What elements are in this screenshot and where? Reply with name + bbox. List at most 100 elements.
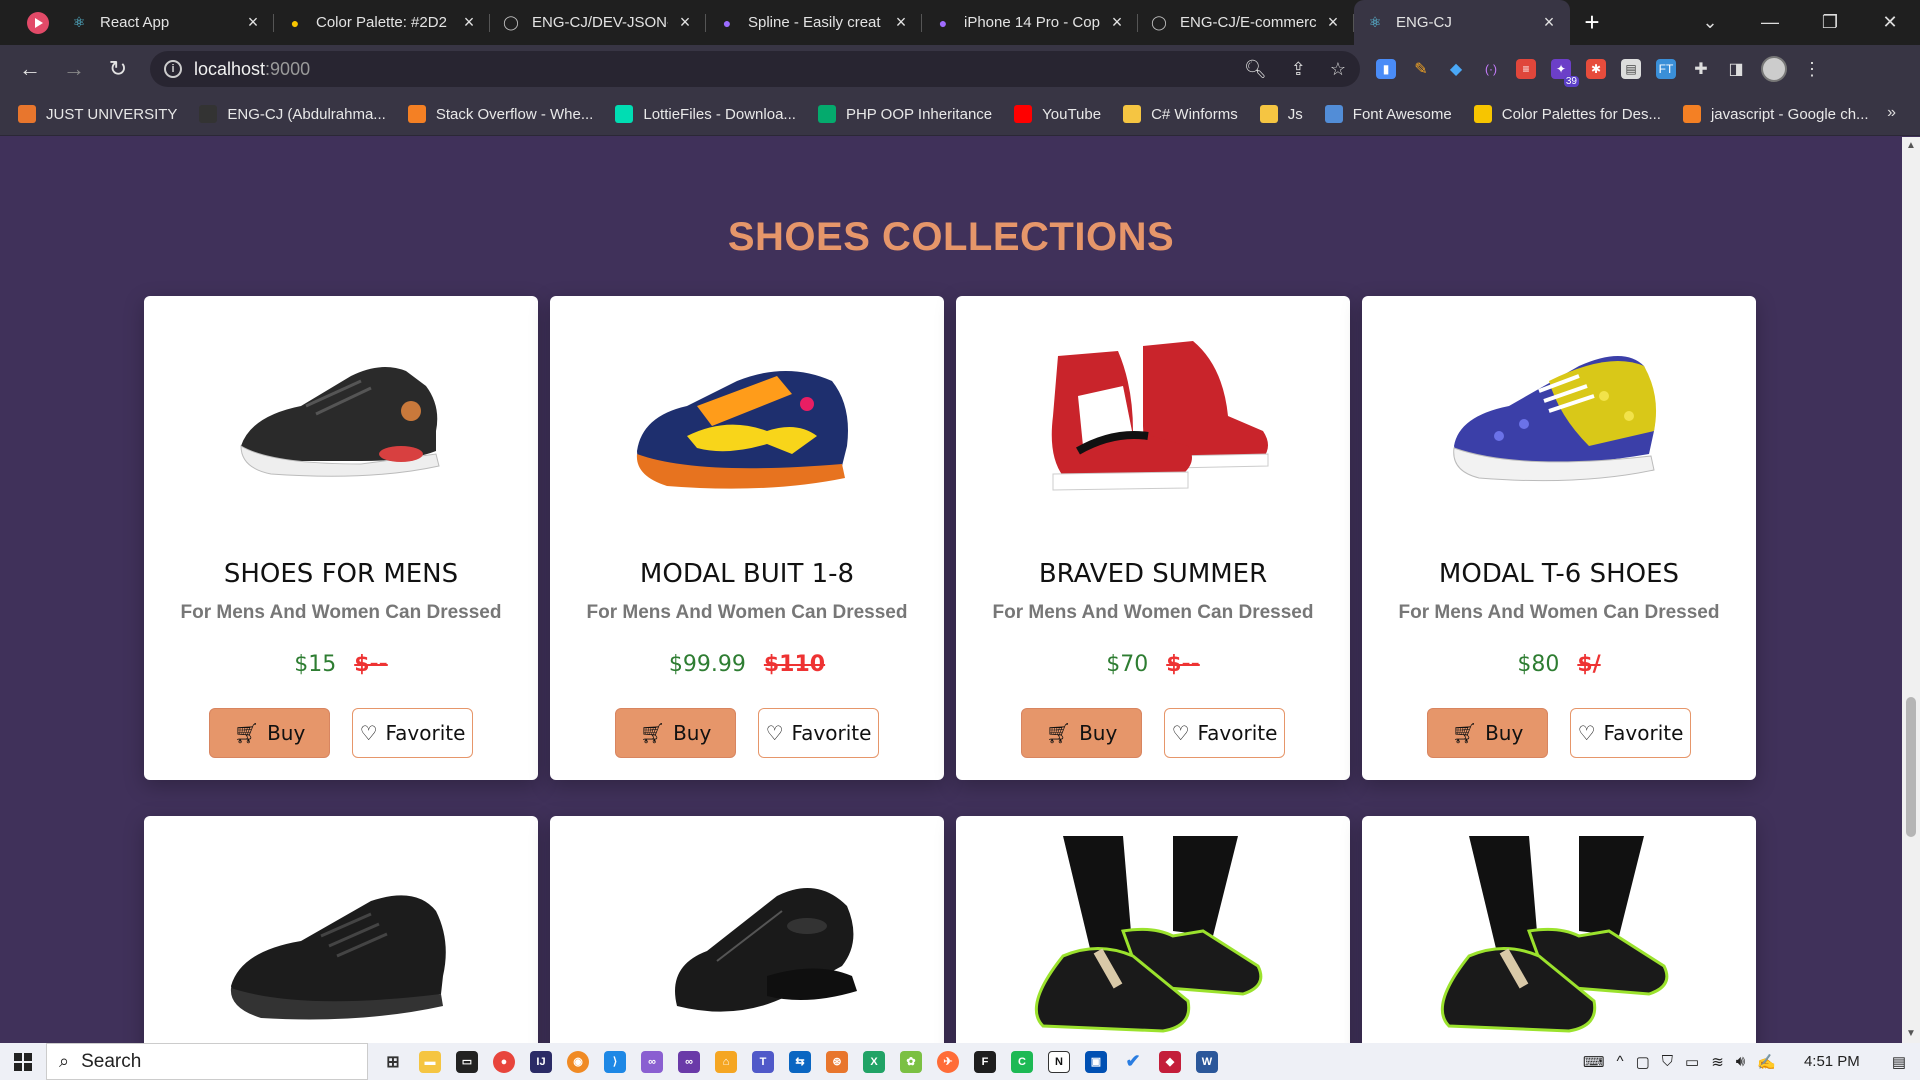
bookmark-item[interactable]: ENG-CJ (Abdulrahma...	[199, 105, 386, 123]
tab-close-icon[interactable]: ×	[244, 12, 262, 33]
visual-studio-icon[interactable]: ∞	[641, 1050, 663, 1073]
buy-button[interactable]: 🛒︎ Buy	[1021, 708, 1142, 758]
browser-tab[interactable]: ● Color Palette: #2D2 ×	[274, 0, 490, 45]
browser-tab[interactable]: ⚛ React App ×	[58, 0, 274, 45]
side-panel-icon[interactable]: ◨	[1726, 59, 1746, 79]
tray-chevron-icon[interactable]: ^	[1617, 1053, 1624, 1070]
xampp-icon[interactable]: ⌂	[715, 1050, 737, 1073]
extension-ft-icon[interactable]: FT	[1656, 59, 1676, 79]
todo-icon[interactable]: ✔	[1122, 1051, 1144, 1073]
teams-icon[interactable]: T	[752, 1050, 774, 1073]
meet-icon[interactable]: ▢	[1636, 1053, 1650, 1071]
new-tab-button[interactable]: +	[1570, 0, 1614, 45]
bookmark-item[interactable]: Stack Overflow - Whe...	[407, 105, 593, 123]
figma-icon[interactable]: F	[974, 1050, 996, 1073]
jetbrains-icon[interactable]: IJ	[530, 1050, 552, 1073]
firefox-icon[interactable]: ◉	[567, 1050, 589, 1073]
buy-button[interactable]: 🛒︎ Buy	[1427, 708, 1548, 758]
favorite-button[interactable]: ♡ Favorite	[758, 708, 879, 758]
tab-close-icon[interactable]: ×	[1540, 12, 1558, 33]
extension-bug-icon[interactable]: ✱	[1586, 59, 1606, 79]
favorite-button[interactable]: ♡ Favorite	[352, 708, 473, 758]
postman-icon[interactable]: ⊛	[826, 1050, 848, 1073]
postman-2-icon[interactable]: ✈	[937, 1050, 959, 1073]
bookmark-star-icon[interactable]: ☆	[1330, 59, 1346, 80]
buy-button[interactable]: 🛒︎ Buy	[615, 708, 736, 758]
extension-page-icon[interactable]: ▤	[1621, 59, 1641, 79]
green-app-icon[interactable]: C	[1011, 1050, 1033, 1073]
vscode-icon[interactable]: ⟩	[604, 1050, 626, 1073]
page-scrollbar[interactable]: ▲ ▼	[1902, 137, 1920, 1043]
app-launcher-icon[interactable]	[18, 0, 58, 45]
bookmark-item[interactable]: C# Winforms	[1123, 105, 1238, 123]
tab-search-icon[interactable]: ⌄	[1680, 0, 1740, 45]
app-store-icon[interactable]: ▣	[1085, 1050, 1107, 1073]
browser-tab[interactable]: ◯ ENG-CJ/DEV-JSON- ×	[490, 0, 706, 45]
extension-badge-icon[interactable]: ✦ 39	[1551, 59, 1579, 87]
visual-studio-2-icon[interactable]: ∞	[678, 1050, 700, 1073]
remote-icon[interactable]: ⇆	[789, 1050, 811, 1073]
scroll-up-arrow-icon[interactable]: ▲	[1902, 137, 1920, 155]
taskbar-search[interactable]: ⌕ Search	[46, 1043, 368, 1080]
ruby-icon[interactable]: ◆	[1159, 1050, 1181, 1073]
volume-icon[interactable]: 🔊︎	[1736, 1053, 1745, 1070]
extension-docs-icon[interactable]: ▮	[1376, 59, 1396, 79]
file-explorer-icon[interactable]: ▬	[419, 1050, 441, 1073]
bookmark-item[interactable]: Font Awesome	[1324, 105, 1452, 123]
browser-menu-icon[interactable]: ⋮	[1802, 59, 1822, 79]
notion-icon[interactable]: N	[1048, 1050, 1070, 1073]
bookmark-item[interactable]: LottieFiles - Downloa...	[615, 105, 796, 123]
back-button[interactable]: ←	[8, 49, 52, 89]
site-info-icon[interactable]: i	[164, 60, 182, 78]
notifications-icon[interactable]: ▤	[1892, 1053, 1906, 1071]
extension-code-icon[interactable]: (·)	[1481, 59, 1501, 79]
paint-icon[interactable]: ✿	[900, 1050, 922, 1073]
pen-icon[interactable]: ✍	[1757, 1053, 1776, 1071]
word-icon[interactable]: W	[1196, 1050, 1218, 1073]
reload-button[interactable]: ↻	[96, 49, 140, 89]
share-icon[interactable]: ⇪	[1291, 59, 1306, 80]
task-view-icon[interactable]: ⊞	[382, 1051, 404, 1073]
wifi-icon[interactable]: ≋	[1711, 1053, 1724, 1071]
browser-tab[interactable]: ⚛ ENG-CJ ×	[1354, 0, 1570, 45]
terminal-icon[interactable]: ▭	[456, 1050, 478, 1073]
tab-close-icon[interactable]: ×	[892, 12, 910, 33]
battery-icon[interactable]: ▭	[1685, 1053, 1699, 1071]
profile-avatar[interactable]	[1761, 56, 1787, 82]
address-bar[interactable]: i localhost:9000 🔍︎ ⇪ ☆	[150, 51, 1360, 87]
shield-icon[interactable]: ⛉	[1662, 1053, 1673, 1070]
buy-button[interactable]: 🛒︎ Buy	[209, 708, 330, 758]
bookmark-item[interactable]: PHP OOP Inheritance	[817, 105, 992, 123]
extension-pen-icon[interactable]: ✎	[1411, 59, 1431, 79]
bookmark-item[interactable]: javascript - Google ch...	[1682, 105, 1869, 123]
bookmark-item[interactable]: Js	[1259, 105, 1303, 123]
bookmark-item[interactable]: YouTube	[1014, 105, 1101, 123]
browser-tab[interactable]: ● Spline - Easily creat ×	[706, 0, 922, 45]
excel-icon[interactable]: X	[863, 1050, 885, 1073]
browser-tab[interactable]: ● iPhone 14 Pro - Cop ×	[922, 0, 1138, 45]
close-window-button[interactable]: ✕	[1860, 0, 1920, 45]
scrollbar-thumb[interactable]	[1906, 697, 1916, 837]
tab-close-icon[interactable]: ×	[1324, 12, 1342, 33]
forward-button[interactable]: →	[52, 49, 96, 89]
zoom-icon[interactable]: 🔍︎	[1244, 59, 1267, 80]
keyboard-icon[interactable]: ⌨	[1583, 1053, 1605, 1071]
bookmark-item[interactable]: JUST UNIVERSITY	[18, 105, 177, 123]
minimize-button[interactable]: —	[1740, 0, 1800, 45]
start-button[interactable]	[0, 1043, 46, 1080]
tab-close-icon[interactable]: ×	[460, 12, 478, 33]
extension-drop-icon[interactable]: ◆	[1446, 59, 1466, 79]
tab-close-icon[interactable]: ×	[1108, 12, 1126, 33]
bookmarks-overflow-icon[interactable]: »	[1887, 104, 1896, 122]
chrome-icon[interactable]: ●	[493, 1050, 515, 1073]
favorite-button[interactable]: ♡ Favorite	[1164, 708, 1285, 758]
bookmark-item[interactable]: Color Palettes for Des...	[1473, 105, 1661, 123]
extensions-puzzle-icon[interactable]: ✚	[1691, 59, 1711, 79]
restore-button[interactable]: ❐	[1800, 0, 1860, 45]
favorite-button[interactable]: ♡ Favorite	[1570, 708, 1691, 758]
tab-close-icon[interactable]: ×	[676, 12, 694, 33]
extension-todoist-icon[interactable]: ≡	[1516, 59, 1536, 79]
scroll-down-arrow-icon[interactable]: ▼	[1902, 1025, 1920, 1043]
browser-tab[interactable]: ◯ ENG-CJ/E-commerc ×	[1138, 0, 1354, 45]
clock[interactable]: 4:51 PM	[1804, 1053, 1860, 1070]
